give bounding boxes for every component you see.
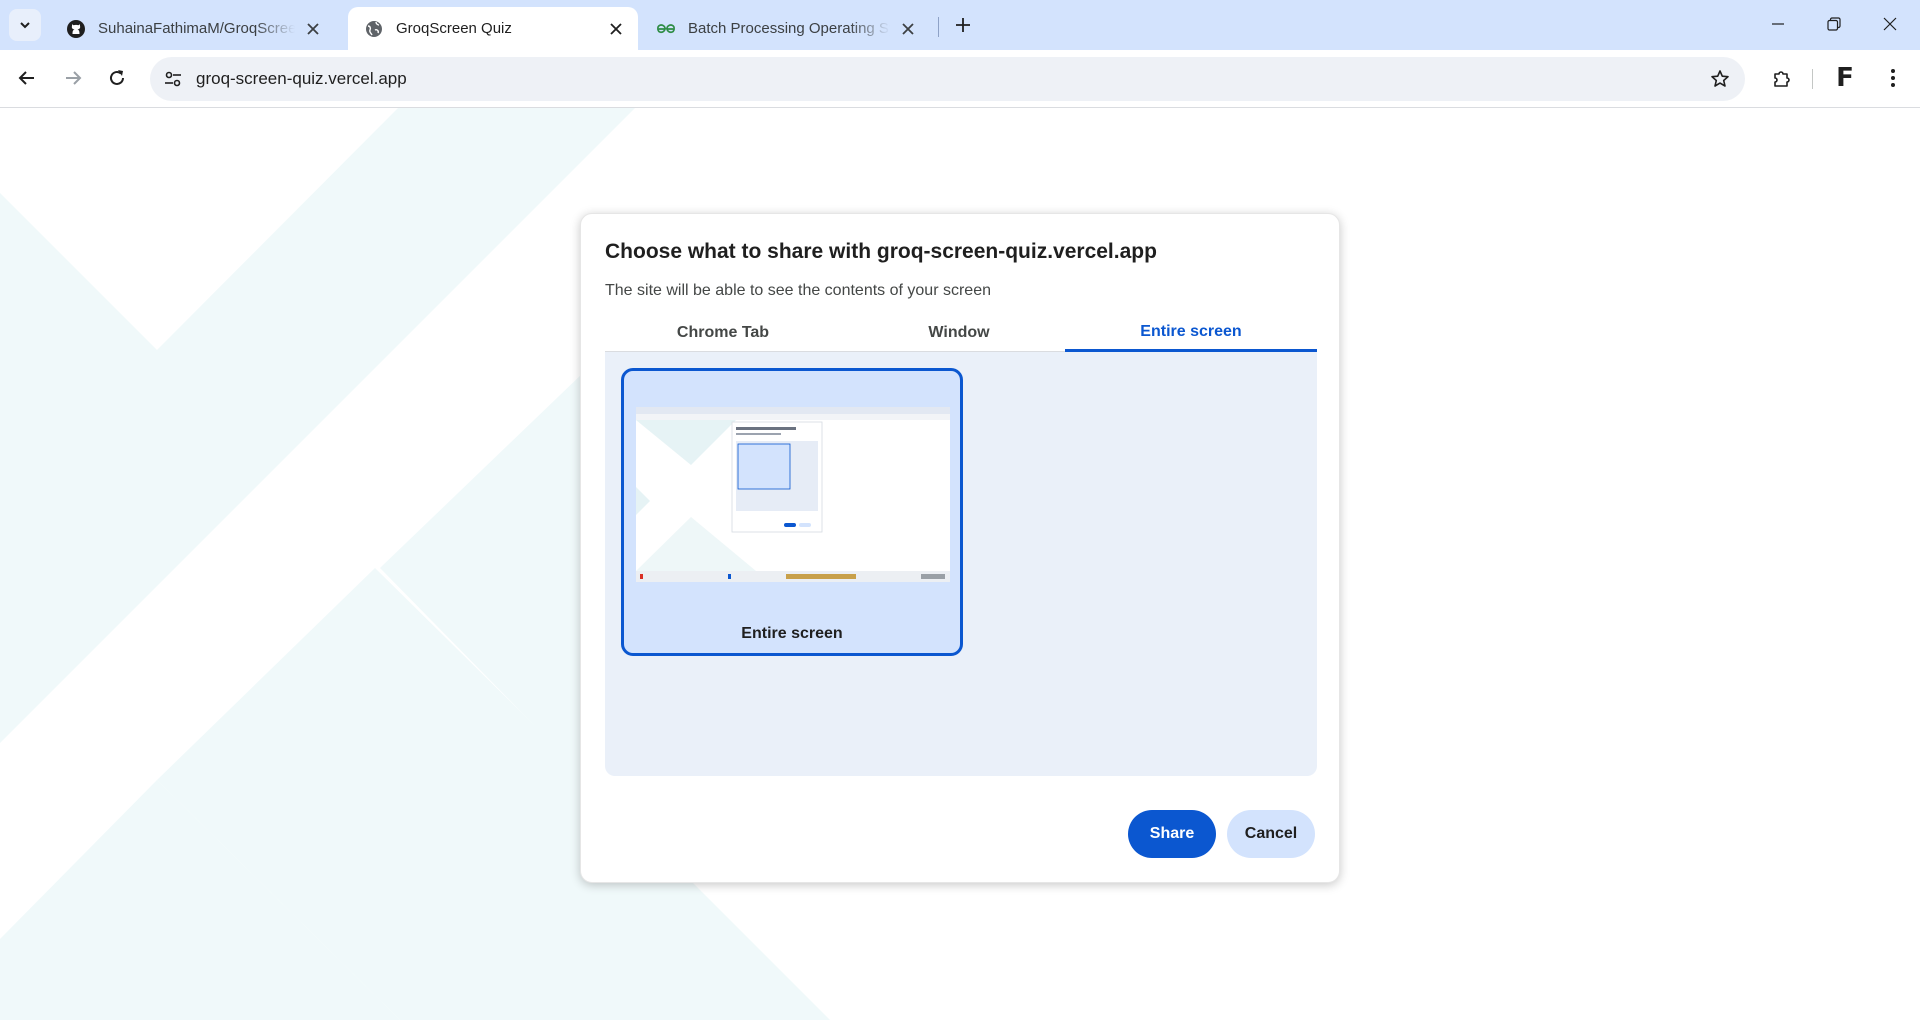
- restore-icon: [1827, 17, 1841, 31]
- profile-avatar: F: [1836, 63, 1854, 93]
- minimize-icon: [1772, 23, 1784, 25]
- dialog-title: Choose what to share with groq-screen-qu…: [605, 240, 1157, 263]
- source-list-panel: Entire screen: [605, 352, 1317, 776]
- chevron-down-icon: [20, 22, 30, 29]
- forward-button[interactable]: [56, 61, 90, 95]
- tab-title: Batch Processing Operating System: [688, 20, 890, 37]
- minimize-button[interactable]: [1750, 0, 1806, 48]
- new-tab-button[interactable]: [949, 11, 977, 39]
- browser-tab-github[interactable]: SuhainaFathimaM/GroqScreen-Quiz: [50, 7, 335, 50]
- share-button[interactable]: Share: [1128, 810, 1216, 858]
- close-icon: [1883, 17, 1897, 31]
- tab-separator: [938, 17, 939, 37]
- reload-icon: [110, 70, 124, 85]
- screen-preview-thumbnail: [636, 407, 950, 582]
- screen-preview-image: [636, 407, 950, 582]
- more-vert-icon: [1891, 69, 1895, 87]
- close-icon[interactable]: [606, 19, 626, 39]
- close-window-button[interactable]: [1862, 0, 1918, 48]
- address-bar[interactable]: groq-screen-quiz.vercel.app: [150, 57, 1745, 101]
- cancel-button[interactable]: Cancel: [1227, 810, 1315, 858]
- close-icon[interactable]: [303, 19, 323, 39]
- source-label: Entire screen: [741, 625, 843, 642]
- tab-chrome-tab[interactable]: Chrome Tab: [605, 314, 841, 352]
- site-info-icon[interactable]: [158, 64, 188, 94]
- tab-search-button[interactable]: [9, 9, 41, 41]
- browser-tab-groqscreen[interactable]: GroqScreen Quiz: [348, 7, 638, 50]
- tab-window[interactable]: Window: [841, 314, 1077, 352]
- geeksforgeeks-icon: [656, 19, 676, 39]
- back-button[interactable]: [10, 61, 44, 95]
- tab-title: SuhainaFathimaM/GroqScreen-Quiz: [98, 20, 295, 37]
- plus-icon: [956, 18, 970, 32]
- screen-share-dialog: Choose what to share with groq-screen-qu…: [580, 213, 1340, 883]
- browser-toolbar: groq-screen-quiz.vercel.app F: [0, 50, 1920, 108]
- github-icon: [66, 19, 86, 39]
- profile-button[interactable]: F: [1828, 61, 1862, 95]
- globe-icon: [364, 19, 384, 39]
- arrow-left-icon: [18, 71, 34, 85]
- browser-tab-geeksforgeeks[interactable]: Batch Processing Operating System: [640, 7, 930, 50]
- reload-button[interactable]: [100, 61, 134, 95]
- menu-button[interactable]: [1876, 61, 1910, 95]
- entire-screen-source-card[interactable]: Entire screen: [621, 368, 963, 656]
- tab-strip: SuhainaFathimaM/GroqScreen-Quiz GroqScre…: [0, 0, 1920, 50]
- tab-entire-screen[interactable]: Entire screen: [1065, 314, 1317, 352]
- share-source-tabs: Chrome Tab Window Entire screen: [605, 314, 1317, 352]
- url-text: groq-screen-quiz.vercel.app: [196, 69, 407, 88]
- web-page: Choose what to share with groq-screen-qu…: [0, 108, 1920, 1020]
- arrow-right-icon: [66, 71, 82, 85]
- bookmark-star-icon[interactable]: [1707, 66, 1733, 92]
- close-icon[interactable]: [898, 19, 918, 39]
- restore-button[interactable]: [1806, 0, 1862, 48]
- tab-title: GroqScreen Quiz: [396, 20, 512, 37]
- toolbar-divider: [1812, 69, 1813, 89]
- dialog-subtitle: The site will be able to see the content…: [605, 282, 991, 299]
- extensions-button[interactable]: [1765, 61, 1799, 95]
- puzzle-icon: [1774, 71, 1790, 87]
